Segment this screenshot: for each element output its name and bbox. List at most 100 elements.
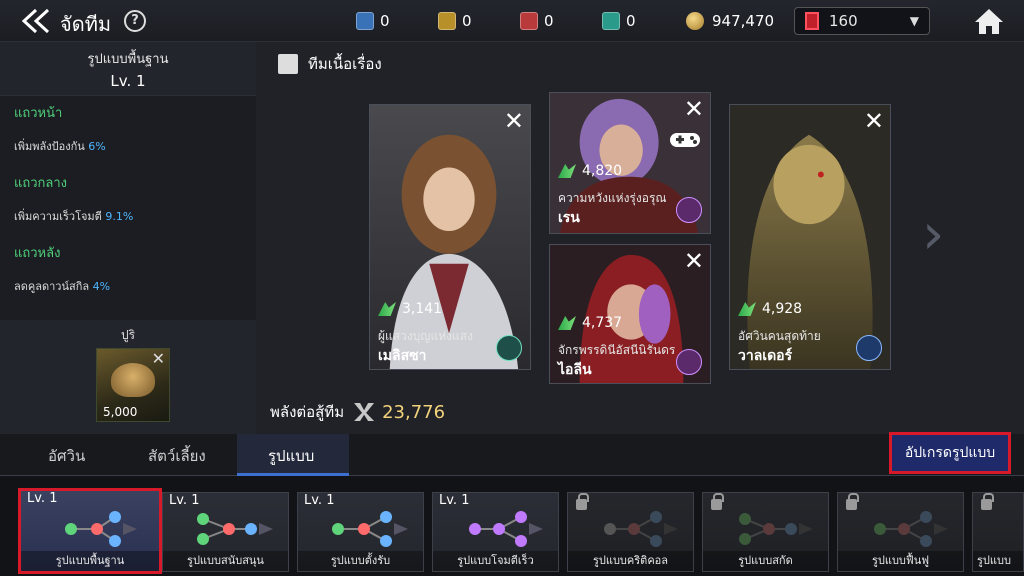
row-desc: เพิ่มความเร็วโจมตี 9.1% [14,210,134,223]
formation-name: รูปแบบ [973,551,1023,571]
currency-blue[interactable]: 0 [356,9,390,33]
currency-value: 0 [626,12,636,30]
gold-value: 947,470 [712,12,775,30]
pet-power: 5,000 [103,405,138,419]
pet-portrait [111,363,155,397]
category-tabs: อัศวิน สัตว์เลี้ยง รูปแบบ [0,434,1024,476]
ticket-icon [805,12,819,30]
formation-card-partial[interactable]: รูปแบบ [972,492,1024,572]
formation-level: Lv. 1 [110,72,146,90]
class-icon [676,349,702,375]
gold-coin-icon [686,12,704,30]
hero-card-rain[interactable]: ✕ 4,820 ความหวังแห่งรุ่งอรุณ เรน [549,92,711,234]
remove-hero-icon[interactable]: ✕ [504,107,524,135]
remove-hero-icon[interactable]: ✕ [864,107,884,135]
formation-card-support[interactable]: Lv. 1 รูปแบบสนับสนุน [162,492,289,572]
hero-subtitle: ความหวังแห่งรุ่งอรุณ [558,191,667,205]
remove-hero-icon[interactable]: ✕ [684,95,704,123]
formation-name: รูปแบบสกัด [703,551,828,571]
lock-icon [981,493,994,510]
formation-diagram-icon [739,513,813,545]
row-desc: ลดคูลดาวน์สกิล 4% [14,280,111,293]
row-title: แถวหน้า [14,106,63,121]
row-title: แถวกลาง [14,176,68,191]
remove-hero-icon[interactable]: ✕ [684,247,704,275]
lock-icon [576,493,589,510]
back-button[interactable] [14,6,54,36]
top-bar: จัดทีม ? 0 0 0 0 947,470 160 ▼ [0,0,1024,42]
upgrade-formation-button[interactable]: อัปเกรดรูปแบบ [889,432,1011,474]
formation-card-fast-attack[interactable]: Lv. 1 รูปแบบโจมตีเร็ว [432,492,559,572]
team-power: พลังต่อสู้ทีม 23,776 [270,400,445,424]
help-button[interactable]: ? [124,10,146,32]
front-row-bonus: แถวหน้า เพิ่มพลังป้องกัน 6% [0,96,256,166]
gold-currency[interactable]: 947,470 [686,9,774,33]
home-button[interactable] [974,7,1004,35]
formation-info-panel: รูปแบบพื้นฐาน Lv. 1 แถวหน้า เพิ่มพลังป้อ… [0,42,256,434]
story-team-title: ทีมเนื้อเรื่อง [278,52,382,76]
tab-pet[interactable]: สัตว์เลี้ยง [148,444,206,468]
tab-knight[interactable]: อัศวิน [48,444,85,468]
tab-formation[interactable]: รูปแบบ [268,444,314,468]
formation-card-intercept[interactable]: รูปแบบสกัด [702,492,829,572]
crossed-swords-icon [354,403,375,421]
hero-name: เมลิสซา [378,348,427,364]
team-power-label: พลังต่อสู้ทีม [270,403,345,421]
gold-gem-icon [438,12,456,30]
lock-icon [711,493,724,510]
power-icon [558,316,576,330]
formation-header: รูปแบบพื้นฐาน Lv. 1 [0,42,256,96]
currency-teal[interactable]: 0 [602,9,636,33]
currency-value: 0 [544,12,554,30]
class-icon [676,197,702,223]
class-icon [496,335,522,361]
next-page-chevron-icon[interactable]: › [922,202,944,267]
class-icon [856,335,882,361]
remove-pet-icon[interactable]: ✕ [152,349,165,368]
formation-level: Lv. 1 [169,493,200,508]
formation-level: Lv. 1 [439,493,470,508]
formation-diagram-icon [469,511,543,547]
pet-card[interactable]: ✕ 5,000 [96,348,170,422]
currency-value: 0 [462,12,472,30]
pet-slot-area: ปูริ ✕ 5,000 [0,320,256,434]
formation-level: Lv. 1 [304,493,335,508]
pet-label: ปูริ [120,328,136,342]
hero-subtitle: อัศวินคนสุดท้าย [738,329,821,343]
formation-diagram-icon [874,511,948,547]
ticket-dropdown[interactable]: 160 ▼ [794,7,930,35]
formation-card-recovery[interactable]: รูปแบบฟื้นฟู [837,492,964,572]
hero-name: เรน [558,210,580,226]
formation-name: รูปแบบคริติคอล [568,551,693,571]
gamepad-icon [670,133,700,147]
formation-name: รูปแบบโจมตีเร็ว [433,551,558,571]
formation-name: รูปแบบพื้นฐาน [21,551,159,571]
red-gem-icon [520,12,538,30]
dropdown-arrow-icon: ▼ [909,14,919,28]
team-power-value: 23,776 [382,401,446,423]
back-row-bonus: แถวหลัง ลดคูลดาวน์สกิล 4% [0,236,256,306]
formation-level: Lv. 1 [27,491,58,506]
formation-card-defense[interactable]: Lv. 1 รูปแบบตั้งรับ [297,492,424,572]
hero-card-walder[interactable]: ✕ 4,928 อัศวินคนสุดท้าย วาลเดอร์ [729,104,891,370]
formation-diagram-icon [604,511,678,547]
hero-subtitle: จักรพรรดินีอัสนีนิรันดร [558,343,676,357]
row-title: แถวหลัง [14,246,61,261]
back-arrow-icon [21,8,50,34]
hero-name: ไอลีน [558,362,592,378]
team-main-area: ทีมเนื้อเรื่อง ✕ 3,141 ผู้แสวงบุญแห่งแสง… [256,42,1024,434]
hero-card-eileen[interactable]: ✕ 4,737 จักรพรรดินีอัสนีนิรันดร ไอลีน [549,244,711,384]
hero-card-melissa[interactable]: ✕ 3,141 ผู้แสวงบุญแห่งแสง เมลิสซา [369,104,531,370]
ticket-value: 160 [829,12,858,30]
formation-card-critical[interactable]: รูปแบบคริติคอล [567,492,694,572]
formation-list: Lv. 1 รูปแบบพื้นฐาน Lv. 1 รูปแบบสนับสนุน… [0,476,1024,576]
currency-gold[interactable]: 0 [438,9,472,33]
formation-diagram-icon [65,511,137,547]
middle-row-bonus: แถวกลาง เพิ่มความเร็วโจมตี 9.1% [0,166,256,236]
hero-subtitle: ผู้แสวงบุญแห่งแสง [378,329,473,343]
hero-name: วาลเดอร์ [738,348,793,364]
formation-name: รูปแบบพื้นฐาน [87,52,169,67]
currency-red[interactable]: 0 [520,9,554,33]
formation-card-basic[interactable]: Lv. 1 รูปแบบพื้นฐาน [18,488,162,574]
book-icon [278,54,298,74]
